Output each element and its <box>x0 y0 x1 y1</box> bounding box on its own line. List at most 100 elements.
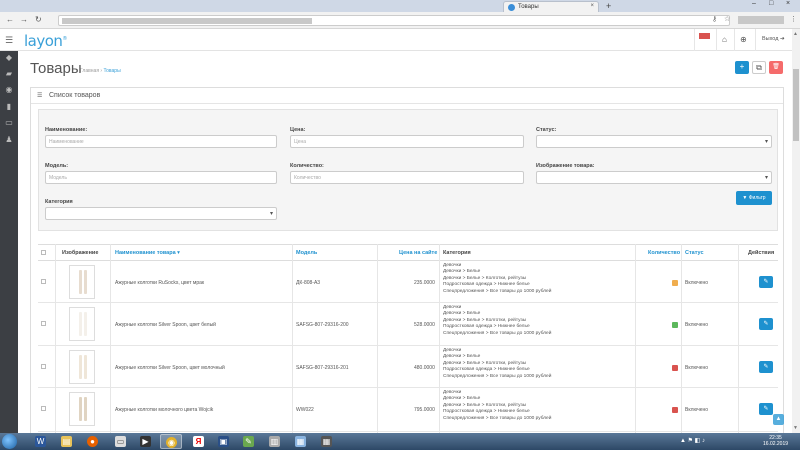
product-price: 480.0000 <box>414 365 435 371</box>
tab-close-icon[interactable]: × <box>590 3 594 9</box>
product-price: 795.0000 <box>414 407 435 413</box>
taskbar-explorer[interactable]: ▤ <box>56 434 78 449</box>
menu-toggle-icon[interactable]: ☰ <box>5 35 13 46</box>
product-status: Включено <box>685 407 709 413</box>
header-model[interactable]: Модель <box>296 250 317 256</box>
users-icon[interactable]: ♟ <box>4 135 14 144</box>
product-thumbnail[interactable] <box>69 392 95 426</box>
maximize-button[interactable]: □ <box>769 0 773 7</box>
quantity-label: Количество: <box>290 163 324 169</box>
key-icon[interactable]: ⚷ <box>712 15 717 23</box>
product-price: 528.0000 <box>414 322 435 328</box>
new-tab-button[interactable]: + <box>606 1 611 11</box>
bookmark-star-icon[interactable]: ☆ <box>724 15 730 23</box>
breadcrumb: Главная › Товары <box>80 68 121 74</box>
page-scrollbar[interactable]: ▲ ▼ <box>792 29 800 433</box>
browser-menu-icon[interactable]: ⋮ <box>790 15 797 23</box>
scrollbar-thumb[interactable] <box>793 69 799 141</box>
browser-toolbar: ← → ↻ ⚷ ☆ ⋮ <box>0 12 800 29</box>
taskbar-media[interactable]: ▶ <box>135 434 157 449</box>
row-checkbox[interactable] <box>41 321 46 326</box>
logout-link[interactable]: Выход ➔ <box>762 36 785 42</box>
image-label: Изображение товара: <box>536 163 595 169</box>
taskbar-image[interactable]: ▦ <box>290 434 312 449</box>
forward-icon[interactable]: → <box>20 15 28 24</box>
category-line: Спецпредложения > Все товары до 1000 руб… <box>443 288 552 294</box>
price-label: Цена: <box>290 127 306 133</box>
table-header: Изображение Наименование товара ▾ Модель… <box>38 244 778 261</box>
select-all-checkbox[interactable] <box>41 250 46 255</box>
status-select[interactable] <box>536 135 772 148</box>
breadcrumb-separator: › <box>100 68 103 74</box>
edit-button[interactable]: ✎ <box>759 361 773 373</box>
panel-heading: ☰ Список товаров <box>31 88 783 104</box>
edit-button[interactable]: ✎ <box>759 403 773 415</box>
image-select[interactable] <box>536 171 772 184</box>
breadcrumb-home[interactable]: Главная <box>80 68 99 74</box>
scroll-to-top-button[interactable]: ▲ <box>773 414 784 425</box>
category-select[interactable] <box>45 207 277 220</box>
taskbar-word[interactable]: W <box>30 434 52 449</box>
filter-button[interactable]: ▼ Фильтр <box>736 191 772 205</box>
display-icon[interactable]: ▭ <box>4 118 14 127</box>
list-icon: ☰ <box>37 93 43 99</box>
scroll-up-icon[interactable]: ▲ <box>793 31 798 37</box>
start-button[interactable] <box>2 434 17 449</box>
taskbar-firefox[interactable]: ● <box>82 434 104 449</box>
minimize-button[interactable]: – <box>752 0 756 7</box>
taskbar-calc[interactable]: ▦ <box>316 434 338 449</box>
taskbar-chrome[interactable]: ◉ <box>160 434 182 449</box>
row-checkbox[interactable] <box>41 406 46 411</box>
dashboard-icon[interactable]: ◆ <box>4 53 14 62</box>
scroll-down-icon[interactable]: ▼ <box>793 425 798 431</box>
header-quantity[interactable]: Количество <box>648 250 680 256</box>
extension-area[interactable] <box>738 16 784 24</box>
quantity-badge <box>672 407 678 413</box>
taskbar-yandex[interactable]: Я <box>188 434 210 449</box>
taskbar-paint[interactable]: ✎ <box>238 434 260 449</box>
product-thumbnail[interactable] <box>69 350 95 384</box>
taskbar-save[interactable]: ▣ <box>213 434 235 449</box>
address-url-redacted <box>62 18 312 24</box>
name-input[interactable]: Наименование <box>45 135 277 148</box>
category-label: Категория <box>45 199 73 205</box>
price-input[interactable]: Цена <box>290 135 524 148</box>
tab-title: Товары <box>518 4 539 10</box>
extensions-icon[interactable]: ◉ <box>4 85 14 94</box>
catalog-icon[interactable]: ▰ <box>4 69 14 78</box>
clock-date: 16.02.2019 <box>763 441 789 447</box>
product-list-panel: ☰ Список товаров Наименование: Наименова… <box>30 87 784 447</box>
header-name[interactable]: Наименование товара ▾ <box>115 250 180 256</box>
table-row: Ажурные колготки RuSocks, цвет мрак ДК-8… <box>38 261 778 303</box>
tab-products[interactable]: Товары × <box>503 1 599 12</box>
product-thumbnail[interactable] <box>69 307 95 341</box>
logo[interactable]: layon® <box>24 32 67 50</box>
system-tray[interactable]: ▲ ⚑ ◧ ♪ <box>680 437 705 444</box>
product-thumbnail[interactable] <box>69 265 95 299</box>
sales-icon[interactable]: ▮ <box>4 102 14 111</box>
header-status[interactable]: Статус <box>685 250 704 256</box>
edit-button[interactable]: ✎ <box>759 276 773 288</box>
delete-button[interactable]: 🗑 <box>769 61 783 74</box>
quantity-badge <box>672 280 678 286</box>
reload-icon[interactable]: ↻ <box>35 15 42 24</box>
quantity-input[interactable]: Количество <box>290 171 524 184</box>
product-model: SAFSG-807-29316-201 <box>296 365 349 371</box>
notification-badge-icon[interactable] <box>699 33 710 39</box>
taskbar-app-plain[interactable]: ▭ <box>110 434 132 449</box>
name-label: Наименование: <box>45 127 88 133</box>
close-window-button[interactable]: × <box>786 0 790 7</box>
browser-tabbar: Товары × + – □ × <box>0 0 800 12</box>
copy-button[interactable]: ⧉ <box>752 61 766 74</box>
row-checkbox[interactable] <box>41 279 46 284</box>
breadcrumb-current[interactable]: Товары <box>103 68 120 74</box>
address-bar[interactable] <box>58 15 730 26</box>
edit-button[interactable]: ✎ <box>759 318 773 330</box>
taskbar-app-grey[interactable]: ▥ <box>264 434 286 449</box>
add-button[interactable]: + <box>735 61 749 74</box>
header-price[interactable]: Цена на сайте <box>399 250 437 256</box>
taskbar-clock[interactable]: 22:35 16.02.2019 <box>763 435 788 447</box>
back-icon[interactable]: ← <box>6 15 14 24</box>
row-checkbox[interactable] <box>41 364 46 369</box>
model-input[interactable]: Модель <box>45 171 277 184</box>
